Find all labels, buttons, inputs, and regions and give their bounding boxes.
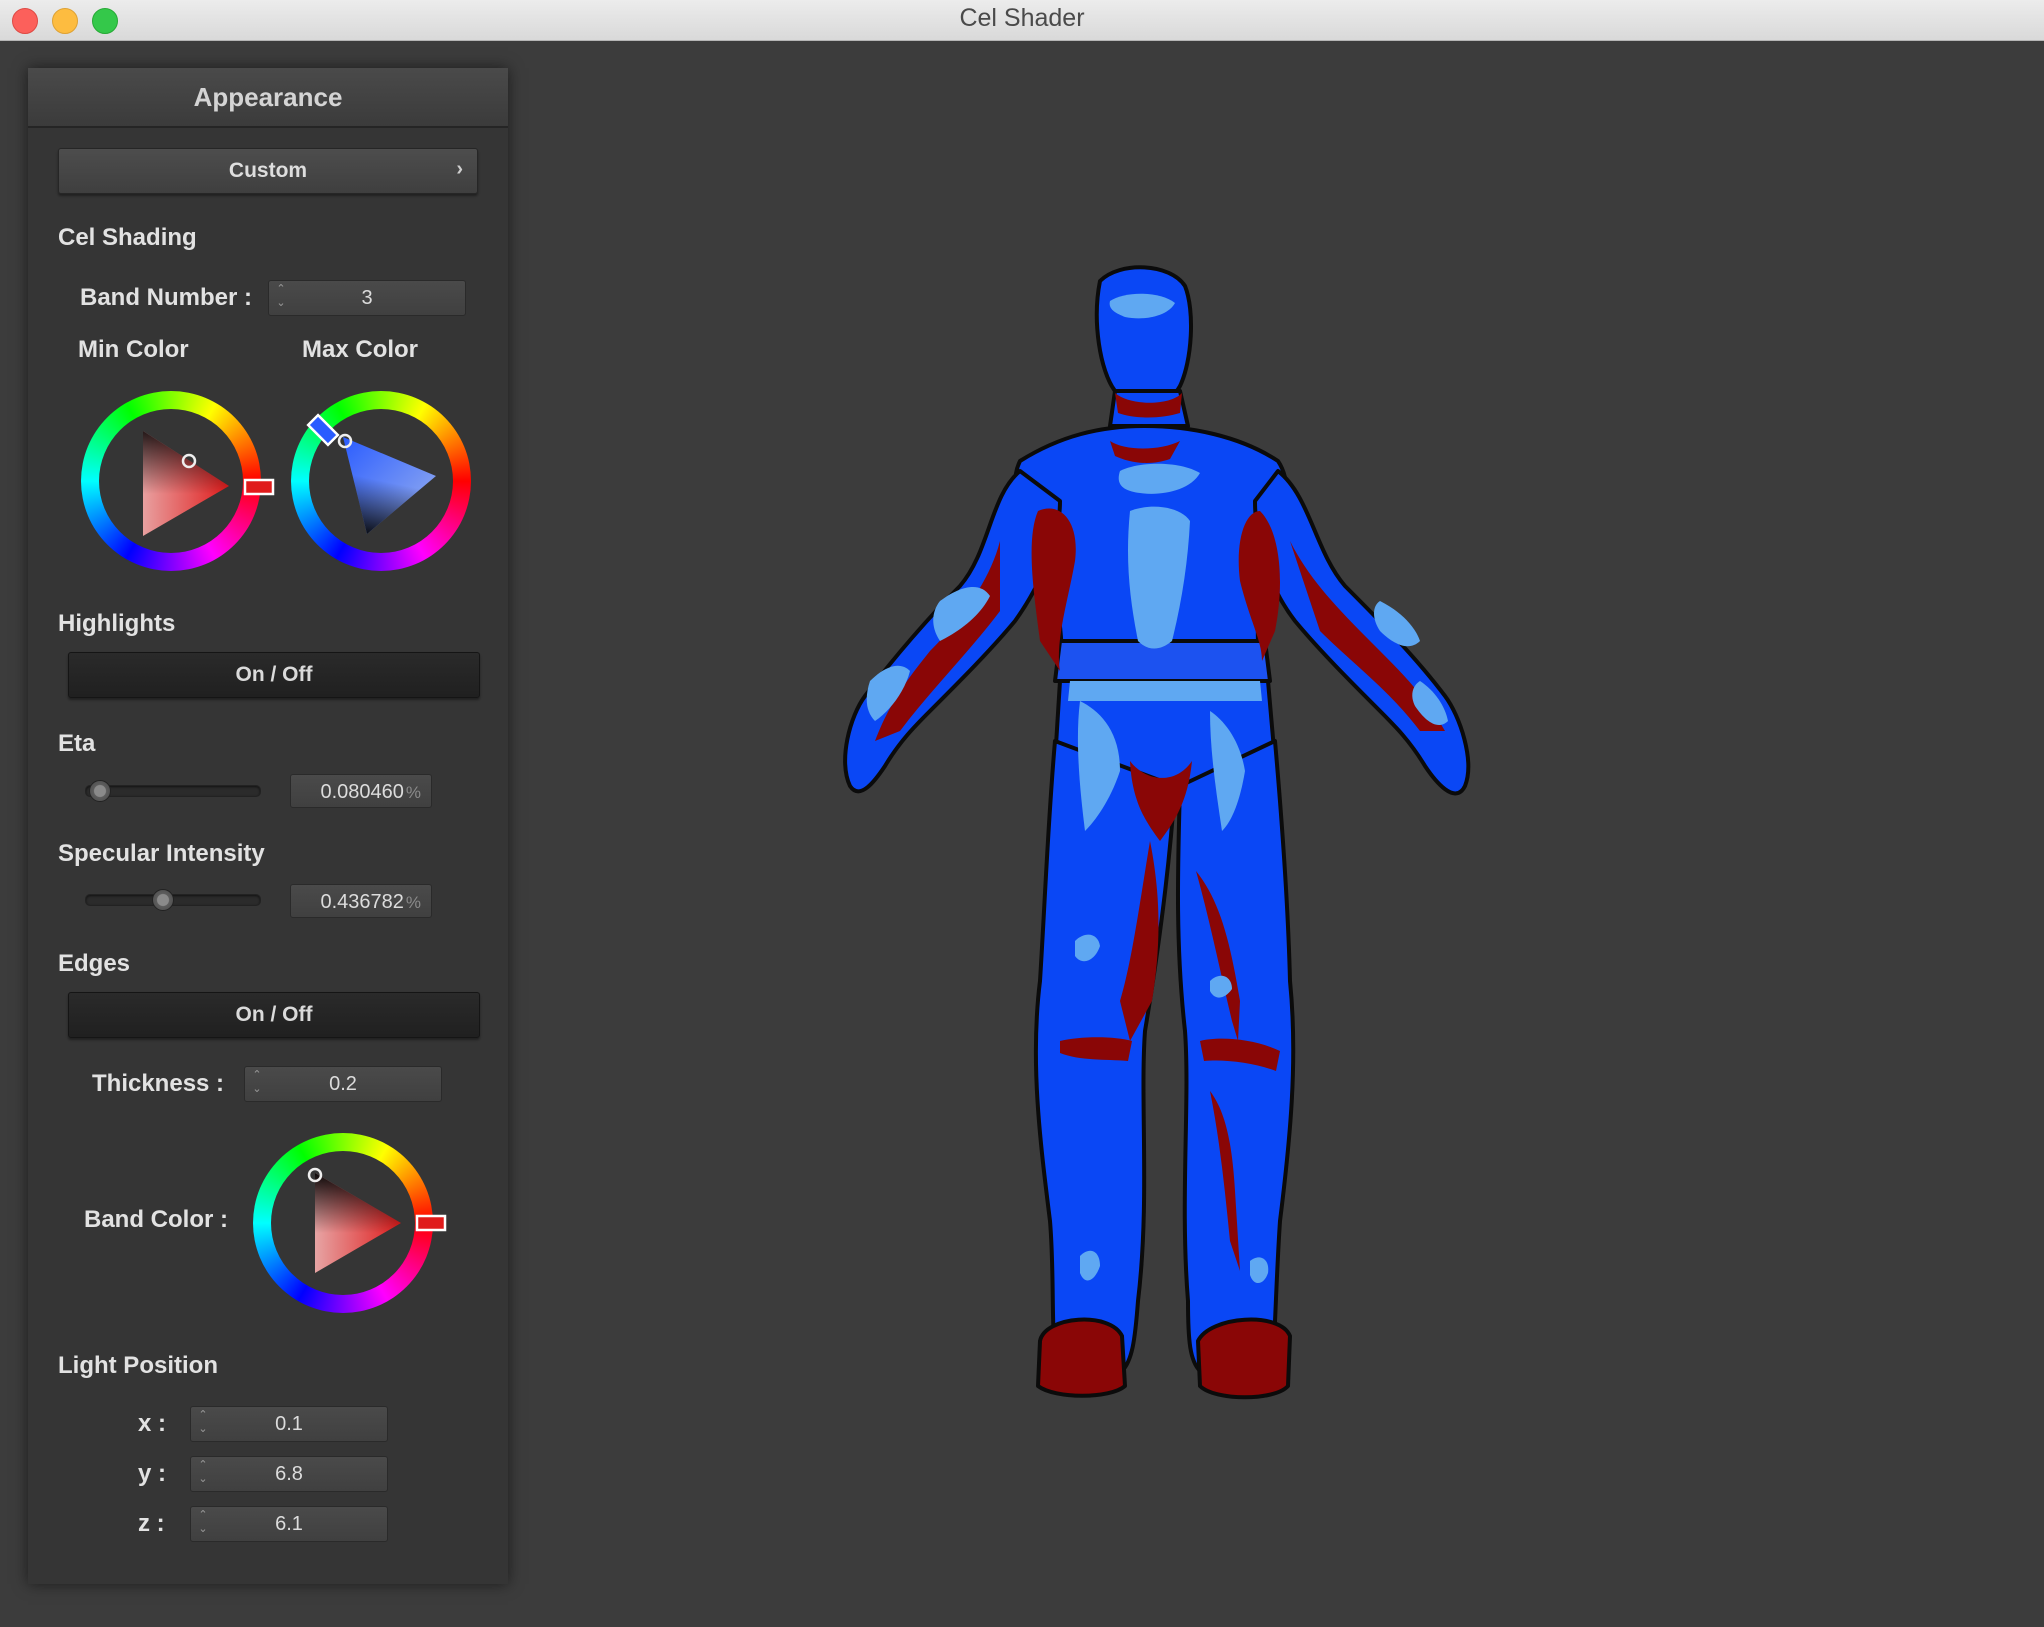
thickness-stepper[interactable]: ⌃ ⌄ 0.2 xyxy=(244,1066,442,1102)
eta-label: Eta xyxy=(58,730,96,757)
eta-slider-thumb[interactable] xyxy=(88,780,111,802)
window-title: Cel Shader xyxy=(959,4,1085,32)
min-color-label: Min Color xyxy=(78,336,189,363)
band-hue-handle[interactable] xyxy=(415,1214,447,1232)
title-bar: Cel Shader xyxy=(0,0,2044,41)
highlights-toggle-button[interactable]: On / Off xyxy=(68,652,480,698)
light-position-heading: Light Position xyxy=(58,1352,218,1379)
light-z-value: 6.1 xyxy=(275,1513,303,1535)
eta-slider-track[interactable] xyxy=(85,785,261,797)
chevron-right-icon: › xyxy=(456,158,463,180)
eta-unit: % xyxy=(405,783,421,802)
cel-shading-heading: Cel Shading xyxy=(58,224,197,251)
eta-value: 0.080460 xyxy=(320,781,404,803)
preset-label: Custom xyxy=(228,159,308,182)
edges-heading: Edges xyxy=(58,950,131,977)
light-y-value: 6.8 xyxy=(275,1463,303,1485)
specular-value-field[interactable]: 0.436782% xyxy=(290,884,432,918)
stepper-arrows-icon: ⌃ ⌄ xyxy=(198,1509,208,1535)
light-y-stepper[interactable]: ⌃ ⌄ 6.8 xyxy=(190,1456,388,1492)
stepper-arrows-icon: ⌃ ⌄ xyxy=(252,1069,262,1095)
light-y-label: y : xyxy=(138,1460,167,1487)
panel-header: Appearance xyxy=(28,68,508,128)
band-color-label: Band Color : xyxy=(84,1206,228,1233)
specular-slider-thumb[interactable] xyxy=(151,889,174,911)
light-x-value: 0.1 xyxy=(275,1413,303,1435)
preset-dropdown-button[interactable]: Custom › xyxy=(58,148,478,194)
stepper-arrows-icon: ⌃ ⌄ xyxy=(198,1459,208,1485)
band-color-wheel[interactable] xyxy=(248,1128,458,1318)
max-color-wheel[interactable] xyxy=(286,386,486,576)
specular-unit: % xyxy=(405,893,421,912)
band-number-stepper[interactable]: ⌃ ⌄ 3 xyxy=(268,280,466,316)
eta-value-field[interactable]: 0.080460% xyxy=(290,774,432,808)
band-number-label: Band Number : xyxy=(80,284,253,311)
max-color-label: Max Color xyxy=(302,336,419,363)
stepper-arrows-icon: ⌃ ⌄ xyxy=(198,1409,208,1435)
render-viewport[interactable] xyxy=(520,41,2044,1622)
cel-shaded-figure xyxy=(843,265,1471,1400)
min-color-wheel[interactable] xyxy=(76,386,286,576)
highlights-heading: Highlights xyxy=(58,610,176,637)
light-x-stepper[interactable]: ⌃ ⌄ 0.1 xyxy=(190,1406,388,1442)
appearance-panel: Appearance Custom › Cel Shading Band Num… xyxy=(28,68,508,1584)
stepper-arrows-icon: ⌃ ⌄ xyxy=(276,283,286,309)
min-hue-handle[interactable] xyxy=(243,478,275,496)
thickness-label: Thickness : xyxy=(92,1070,225,1097)
light-z-stepper[interactable]: ⌃ ⌄ 6.1 xyxy=(190,1506,388,1542)
light-x-label: x : xyxy=(138,1410,167,1437)
specular-value: 0.436782 xyxy=(320,891,404,913)
band-number-value: 3 xyxy=(361,287,373,309)
specular-intensity-label: Specular Intensity xyxy=(58,840,265,867)
edges-toggle-button[interactable]: On / Off xyxy=(68,992,480,1038)
light-z-label: z : xyxy=(138,1510,165,1537)
thickness-value: 0.2 xyxy=(329,1073,357,1095)
